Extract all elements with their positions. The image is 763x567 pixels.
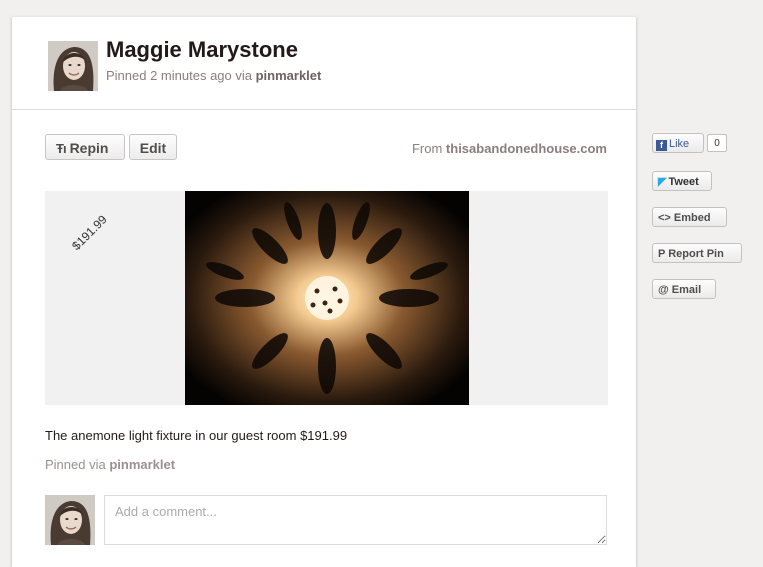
source-domain-link[interactable]: thisabandonedhouse.com [446,141,607,156]
pinned-via-line: Pinned via pinmarklet [45,457,175,472]
repin-label: Repin [69,140,109,156]
report-label: Report Pin [668,248,724,260]
pin-image-area: $191.99 [45,191,608,405]
pinned-source-link[interactable]: pinmarklet [256,68,322,83]
pin-source: From thisabandonedhouse.com [412,141,607,156]
pinterest-p-icon: P [658,248,666,260]
twitter-bird-icon: ◤ [658,176,667,188]
embed-label: Embed [673,212,711,224]
pinned-time-text: Pinned 2 minutes ago via [106,68,256,83]
pin-description: The anemone light fixture in our guest r… [45,428,348,443]
facebook-icon: f [656,140,667,151]
facebook-like-button[interactable]: f Like [652,133,704,153]
tweet-button[interactable]: ◤ Tweet [652,171,712,191]
comment-input[interactable] [104,495,607,545]
tweet-label: Tweet [668,176,699,188]
pinned-via-text: Pinned via [45,457,110,472]
email-button[interactable]: @ Email [652,279,716,299]
pinned-via-source-link[interactable]: pinmarklet [109,457,175,472]
pinned-time-line: Pinned 2 minutes ago via pinmarklet [106,68,321,83]
embed-code-icon: <> [658,212,671,224]
repin-icon: Ŧı [56,141,67,156]
edit-button[interactable]: Edit [129,134,177,160]
report-pin-button[interactable]: P Report Pin [652,243,742,263]
repin-button[interactable]: Ŧı Repin [45,134,125,160]
email-label: Email [671,284,702,296]
commenter-avatar [45,495,95,545]
pin-image[interactable] [185,191,469,405]
at-sign-icon: @ [658,284,669,296]
pin-header: Maggie Marystone Pinned 2 minutes ago vi… [12,17,636,110]
price-tag: $191.99 [69,212,110,253]
like-count: 0 [707,134,727,152]
user-avatar[interactable] [48,41,98,91]
pin-card: Maggie Marystone Pinned 2 minutes ago vi… [12,17,636,567]
embed-button[interactable]: <> Embed [652,207,727,227]
user-name[interactable]: Maggie Marystone [106,37,298,63]
like-label: Like [669,138,690,150]
from-prefix: From [411,141,446,156]
